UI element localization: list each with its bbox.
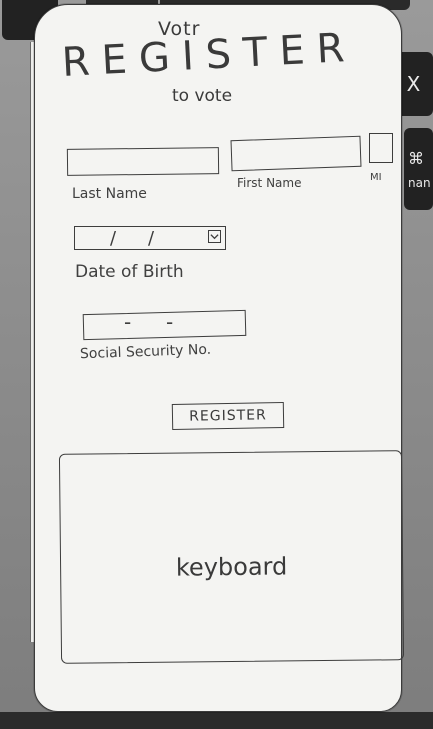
date-separator: /: [148, 228, 155, 249]
laptop-key-command: ⌘ nan: [404, 128, 433, 210]
last-name-label: Last Name: [72, 186, 147, 202]
date-of-birth-label: Date of Birth: [75, 262, 184, 282]
first-name-input[interactable]: [230, 135, 362, 172]
ssn-separator: -: [124, 310, 132, 334]
page-subtitle: to vote: [172, 86, 233, 106]
command-key-label: nan: [408, 175, 431, 190]
command-icon: ⌘: [408, 148, 424, 168]
register-button[interactable]: REGISTER: [171, 402, 285, 430]
last-name-input[interactable]: [66, 147, 220, 176]
first-name-label: First Name: [237, 176, 302, 190]
middle-initial-input[interactable]: [369, 133, 393, 163]
ssn-input[interactable]: [82, 309, 247, 341]
ssn-separator: -: [166, 310, 174, 334]
keyboard-label: keyboard: [175, 552, 288, 582]
middle-initial-label: MI: [370, 172, 382, 183]
keyboard-area[interactable]: keyboard: [58, 450, 405, 664]
date-separator: /: [110, 228, 117, 249]
dropdown-icon[interactable]: [208, 230, 221, 243]
desk-edge: [0, 712, 433, 729]
